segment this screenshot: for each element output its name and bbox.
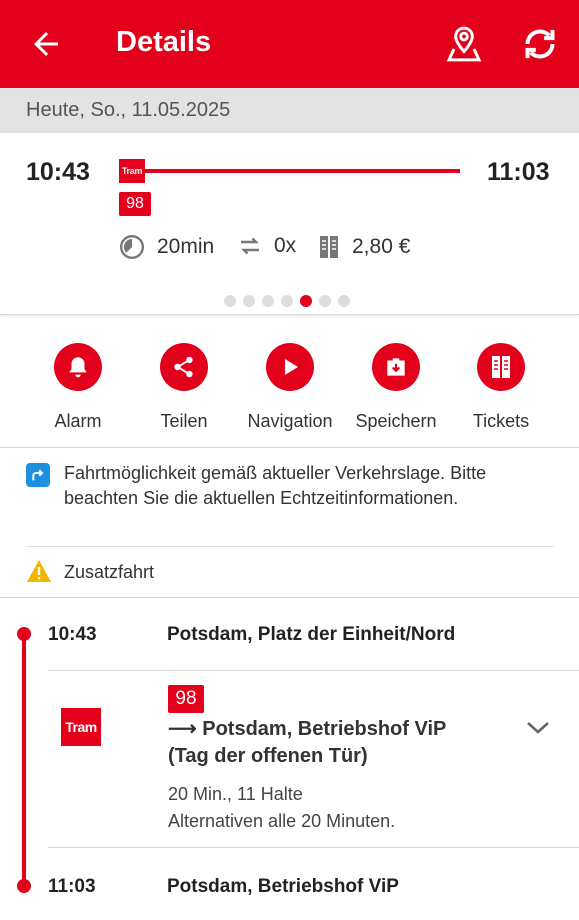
date-label: Heute, So., 11.05.2025: [26, 99, 231, 121]
page-indicator[interactable]: [224, 295, 357, 307]
route-line: [22, 632, 26, 886]
line-badge: 98: [119, 192, 151, 216]
start-time: 10:43: [48, 624, 97, 645]
play-icon: [266, 343, 314, 391]
journey-line: [145, 169, 460, 173]
leg-frequency: Alternativen alle 20 Minuten.: [168, 811, 396, 831]
connection-summary[interactable]: 10:43 Tram 11:03 98 20min 0x 2,80 €: [0, 133, 579, 315]
page-dot: [262, 295, 274, 307]
transfer-icon: [241, 237, 259, 255]
ticket-icon: [320, 236, 338, 258]
arrow-left-icon[interactable]: [28, 26, 64, 62]
start-stop-name[interactable]: Potsdam, Platz der Einheit/Nord: [167, 624, 455, 646]
tickets-label: Tickets: [472, 411, 530, 431]
map-pin-icon[interactable]: [444, 24, 484, 64]
page-dot: [224, 295, 236, 307]
share-label: Teilen: [160, 411, 208, 431]
arrival-time: 11:03: [487, 158, 550, 186]
chevron-down-icon[interactable]: [524, 716, 552, 740]
page-dot: [338, 295, 350, 307]
transfers-value: 0x: [274, 234, 297, 257]
departure-time: 10:43: [26, 158, 90, 186]
leg-direction-line2: (Tag der offenen Tür): [168, 745, 368, 767]
tram-logo: Tram: [61, 708, 101, 746]
end-stop-dot: [17, 879, 31, 893]
alarm-button[interactable]: Alarm: [23, 343, 133, 432]
save-case-icon: [372, 343, 420, 391]
leg-info: 20 Min., 11 Halte Alternativen alle 20 M…: [168, 781, 395, 835]
refresh-icon[interactable]: [520, 24, 560, 64]
page-dot: [243, 295, 255, 307]
line-badge: 98: [168, 685, 204, 713]
end-time: 11:03: [48, 876, 96, 897]
page-dot: [319, 295, 331, 307]
page-title: Details: [116, 26, 212, 58]
share-button[interactable]: Teilen: [129, 343, 239, 432]
divider: [48, 847, 579, 848]
section-separator: [0, 597, 579, 598]
start-stop-dot: [17, 627, 31, 641]
transfers-stat: 0x: [238, 234, 296, 258]
leg-direction[interactable]: ⟶ Potsdam, Betriebshof ViP (Tag der offe…: [168, 716, 508, 770]
warning-icon: [27, 560, 51, 582]
date-bar: Heute, So., 11.05.2025: [0, 88, 579, 133]
alarm-label: Alarm: [54, 411, 102, 431]
extra-trip-text: Zusatzfahrt: [64, 562, 155, 582]
save-label: Speichern: [355, 411, 437, 431]
leg-meta: 20 Min., 11 Halte: [168, 784, 303, 804]
leg-direction-line1: ⟶ Potsdam, Betriebshof ViP: [168, 718, 447, 740]
share-icon: [160, 343, 208, 391]
action-bar: Alarm Teilen Navigation Speichern Ticket…: [0, 315, 579, 448]
tram-logo: Tram: [119, 159, 145, 183]
realtime-notice-text: Fahrtmöglichkeit gemäß aktueller Verkehr…: [64, 463, 487, 508]
price-value: 2,80 €: [352, 235, 411, 258]
ticket-icon: [477, 343, 525, 391]
price-stat: 2,80 €: [318, 234, 410, 260]
clock-icon: [119, 234, 145, 260]
divider: [48, 670, 579, 671]
end-stop-name[interactable]: Potsdam, Betriebshof ViP: [167, 876, 399, 898]
divider: [26, 546, 554, 547]
app-bar: Details: [0, 0, 579, 88]
duration-stat: 20min: [119, 234, 214, 260]
tickets-button[interactable]: Tickets: [446, 343, 556, 432]
duration-value: 20min: [157, 235, 215, 258]
save-button[interactable]: Speichern: [341, 343, 451, 432]
page-dot-active: [300, 295, 312, 307]
navigation-button[interactable]: Navigation: [235, 343, 345, 432]
page-dot: [281, 295, 293, 307]
route-info-icon: [26, 463, 50, 487]
navigation-label: Navigation: [247, 411, 333, 431]
bell-icon: [54, 343, 102, 391]
